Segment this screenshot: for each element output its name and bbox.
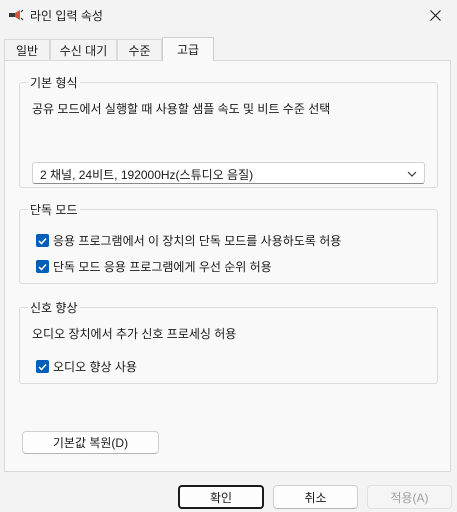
checkmark-icon <box>38 363 47 371</box>
signal-enhancement-title: 신호 향상 <box>28 299 80 316</box>
audio-enhancement-checkbox[interactable] <box>36 360 49 373</box>
advanced-panel: 기본 형식 공유 모드에서 실행할 때 사용할 샘플 속도 및 비트 수준 선택… <box>4 60 451 472</box>
exclusive-priority-checkbox-row[interactable]: 단독 모드 응용 프로그램에게 우선 순위 허용 <box>36 258 272 275</box>
tab-listen[interactable]: 수신 대기 <box>50 39 117 60</box>
exclusive-priority-checkbox[interactable] <box>36 260 49 273</box>
tab-levels[interactable]: 수준 <box>117 39 162 60</box>
exclusive-mode-title: 단독 모드 <box>28 201 80 218</box>
close-button[interactable] <box>413 0 457 30</box>
close-icon <box>429 9 441 21</box>
default-format-description: 공유 모드에서 실행할 때 사용할 샘플 속도 및 비트 수준 선택 <box>32 102 331 116</box>
format-select-value: 2 채널, 24비트, 192000Hz(스튜디오 음질) <box>40 168 254 182</box>
speaker-icon <box>9 9 24 21</box>
checkmark-icon <box>38 263 47 271</box>
format-select[interactable]: 2 채널, 24비트, 192000Hz(스튜디오 음질) <box>32 162 425 184</box>
tab-advanced[interactable]: 고급 <box>162 37 214 61</box>
exclusive-allow-label: 응용 프로그램에서 이 장치의 단독 모드를 사용하도록 허용 <box>53 234 342 248</box>
checkmark-icon <box>38 237 47 245</box>
title-bar: 라인 입력 속성 <box>0 0 457 30</box>
exclusive-allow-checkbox[interactable] <box>36 234 49 247</box>
exclusive-allow-checkbox-row[interactable]: 응용 프로그램에서 이 장치의 단독 모드를 사용하도록 허용 <box>36 232 341 249</box>
default-format-title: 기본 형식 <box>28 74 80 91</box>
audio-enhancement-checkbox-row[interactable]: 오디오 향상 사용 <box>36 358 137 375</box>
signal-enhancement-description: 오디오 장치에서 추가 신호 프로세싱 허용 <box>32 327 237 341</box>
chevron-down-icon <box>407 171 417 177</box>
window-title: 라인 입력 속성 <box>30 9 103 23</box>
exclusive-mode-group: 단독 모드 응용 프로그램에서 이 장치의 단독 모드를 사용하도록 허용 단독… <box>19 201 438 284</box>
signal-enhancement-group: 신호 향상 오디오 장치에서 추가 신호 프로세싱 허용 오디오 향상 사용 <box>19 299 438 384</box>
exclusive-priority-label: 단독 모드 응용 프로그램에게 우선 순위 허용 <box>53 260 272 274</box>
audio-enhancement-label: 오디오 향상 사용 <box>53 360 137 374</box>
cancel-button[interactable]: 취소 <box>273 485 358 509</box>
tab-general[interactable]: 일반 <box>4 39 50 60</box>
apply-button[interactable]: 적용(A) <box>367 485 452 509</box>
ok-button[interactable]: 확인 <box>178 485 264 509</box>
restore-defaults-button[interactable]: 기본값 복원(D) <box>22 431 159 454</box>
default-format-group: 기본 형식 공유 모드에서 실행할 때 사용할 샘플 속도 및 비트 수준 선택… <box>19 74 438 188</box>
